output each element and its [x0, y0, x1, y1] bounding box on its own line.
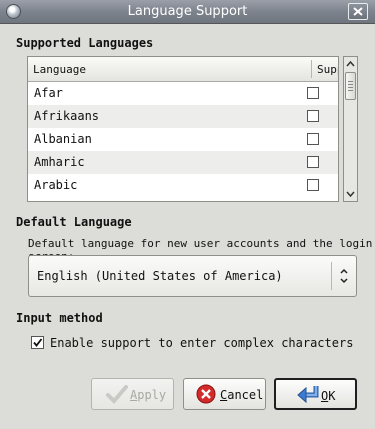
default-language-combo[interactable]: English (United States of America) — [28, 255, 357, 297]
language-name: Albanian — [34, 132, 92, 146]
table-header: Language Support — [28, 57, 338, 82]
ok-label: OK — [321, 389, 336, 403]
table-row[interactable]: Amharic — [28, 151, 338, 174]
scrollbar-thumb[interactable] — [345, 72, 356, 100]
support-checkbox[interactable] — [307, 110, 319, 122]
column-divider — [311, 60, 312, 78]
scroll-down-icon[interactable] — [344, 187, 357, 201]
apply-label: Apply — [130, 388, 167, 402]
language-name: Afar — [34, 86, 63, 100]
apply-button[interactable]: Apply — [91, 378, 174, 410]
language-name: Amharic — [34, 155, 85, 169]
window-title: Language Support — [127, 4, 248, 19]
ok-button[interactable]: OK — [274, 378, 357, 410]
languages-scrollbar[interactable] — [343, 56, 358, 202]
cancel-button[interactable]: Cancel — [183, 378, 266, 410]
checkmark-icon — [33, 338, 43, 347]
support-checkbox[interactable] — [307, 133, 319, 145]
support-checkbox[interactable] — [307, 156, 319, 168]
default-language-value: English (United States of America) — [37, 269, 283, 283]
cancel-icon — [196, 384, 216, 404]
support-checkbox[interactable] — [307, 179, 319, 191]
table-row[interactable]: Afrikaans — [28, 105, 338, 128]
column-header-support[interactable]: Support — [317, 63, 338, 76]
table-row[interactable]: Albanian — [28, 128, 338, 151]
complex-characters-checkbox[interactable] — [31, 336, 44, 349]
enter-arrow-icon — [297, 386, 319, 404]
language-name: Arabic — [34, 178, 78, 192]
close-button[interactable] — [348, 3, 368, 20]
scroll-up-icon[interactable] — [344, 57, 357, 71]
combo-arrows-icon — [340, 268, 348, 284]
table-row[interactable]: Arabic — [28, 174, 338, 197]
support-checkbox[interactable] — [307, 87, 319, 99]
table-row[interactable]: Afar — [28, 82, 338, 105]
column-header-language[interactable]: Language — [33, 63, 86, 76]
checkmark-icon — [106, 385, 128, 404]
language-name: Afrikaans — [34, 109, 100, 123]
complex-characters-label[interactable]: Enable support to enter complex characte… — [50, 336, 353, 350]
supported-languages-heading: Supported Languages — [16, 36, 154, 50]
languages-table[interactable]: Language Support Afar Afrikaans Albanian… — [27, 56, 339, 202]
combo-divider — [331, 262, 332, 290]
close-icon — [353, 7, 363, 16]
default-language-heading: Default Language — [16, 215, 132, 229]
title-bar[interactable]: Language Support — [0, 0, 375, 24]
cancel-label: Cancel — [220, 388, 264, 402]
input-method-heading: Input method — [16, 311, 103, 325]
